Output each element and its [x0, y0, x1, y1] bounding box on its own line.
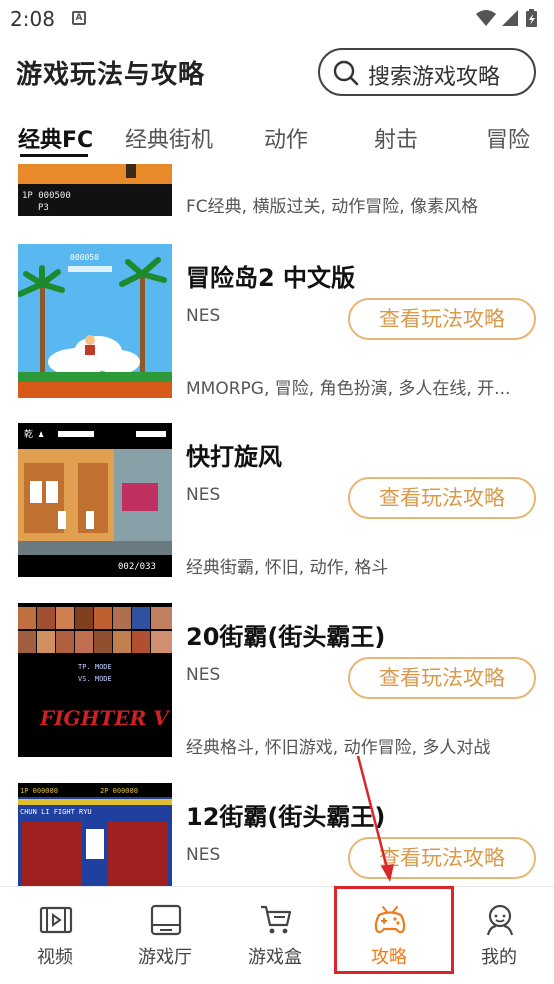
- tab-classic-arcade[interactable]: 经典街机: [125, 122, 213, 154]
- nav-label-gamebox: 游戏盒: [248, 947, 302, 968]
- thumb-score-text: 000050: [70, 253, 99, 262]
- tab-shooting[interactable]: 射击: [374, 122, 418, 154]
- list-item[interactable]: 1P 000500 P3 FC经典, 横版过关, 动作冒险, 像素风格: [0, 164, 554, 224]
- signal-icon: [502, 10, 518, 26]
- nav-item-video[interactable]: 视频: [0, 887, 110, 984]
- game-list[interactable]: 1P 000500 P3 FC经典, 横版过关, 动作冒险, 像素风格 0000…: [0, 164, 554, 886]
- view-guide-button[interactable]: 查看玩法攻略: [348, 298, 536, 340]
- thumb-menu-1: TP. MODE: [78, 663, 112, 671]
- tab-adventure[interactable]: 冒险: [486, 122, 530, 154]
- arcade-icon: [150, 904, 182, 936]
- profile-icon: [486, 904, 514, 936]
- thumb-hud-left: 乾 ♟: [24, 428, 44, 440]
- status-bar: 2:08 A: [0, 0, 554, 36]
- search-placeholder: 搜索游戏攻略: [368, 65, 501, 90]
- bottom-nav: 视频 游戏厅 游戏盒 攻略 我的: [0, 886, 554, 984]
- tab-action[interactable]: 动作: [264, 122, 308, 154]
- game-title: 12街霸(街头霸王): [186, 803, 386, 831]
- game-thumbnail: TP. MODE VS. MODE FIGHTER V: [18, 603, 172, 757]
- annotation-highlight-box: [334, 886, 454, 974]
- list-item[interactable]: TP. MODE VS. MODE FIGHTER V 20街霸(街头霸王) N…: [0, 603, 554, 783]
- game-platform: NES: [186, 845, 221, 865]
- thumb-menu-2: VS. MODE: [78, 675, 112, 683]
- search-input[interactable]: 搜索游戏攻略: [318, 48, 536, 96]
- nav-label-video: 视频: [37, 947, 73, 968]
- list-item[interactable]: 2P 000000 1P 000000 CHUN LI FIGHT RYU 12…: [0, 783, 554, 886]
- tab-classic-fc[interactable]: 经典FC: [18, 122, 93, 154]
- thumb-names: CHUN LI FIGHT RYU: [20, 808, 92, 816]
- list-item[interactable]: 000050 冒险岛2 中文版 NES 查看玩法攻略 MMORPG, 冒险, 角…: [0, 244, 554, 424]
- thumb-logo: FIGHTER V: [39, 706, 171, 730]
- thumb-lives-text: P3: [38, 203, 49, 213]
- game-tags: 经典街霸, 怀旧, 动作, 格斗: [186, 558, 389, 578]
- thumb-score-text: 1P 000500: [22, 191, 71, 201]
- nav-label-profile: 我的: [481, 947, 517, 968]
- view-guide-button[interactable]: 查看玩法攻略: [348, 837, 536, 879]
- game-platform: NES: [186, 665, 221, 685]
- game-title: 20街霸(街头霸王): [186, 623, 386, 651]
- category-tabs: 经典FC 经典街机 动作 射击 冒险: [0, 108, 554, 164]
- wifi-icon: [476, 10, 496, 26]
- page-title: 游戏玩法与攻略: [16, 60, 206, 90]
- game-title: 冒险岛2 中文版: [186, 264, 356, 292]
- game-tags: FC经典, 横版过关, 动作冒险, 像素风格: [186, 197, 479, 217]
- game-platform: NES: [186, 485, 221, 505]
- header: 游戏玩法与攻略 搜索游戏攻略: [0, 36, 554, 108]
- game-platform: NES: [186, 306, 221, 326]
- nav-item-arcade[interactable]: 游戏厅: [110, 887, 220, 984]
- game-thumbnail: 2P 000000 1P 000000 CHUN LI FIGHT RYU: [18, 783, 172, 886]
- game-title: 快打旋风: [186, 443, 282, 471]
- thumb-hud-2: 1P 000000: [20, 787, 58, 795]
- nav-item-gamebox[interactable]: 游戏盒: [220, 887, 330, 984]
- tab-indicator: [20, 154, 88, 157]
- game-thumbnail: 1P 000500 P3: [18, 164, 172, 216]
- game-thumbnail: 乾 ♟ 002/033: [18, 423, 172, 577]
- notification-icon: A: [72, 11, 86, 25]
- list-item[interactable]: 乾 ♟ 002/033 快打旋风 NES 查看玩法攻略 经典街霸, 怀旧, 动作…: [0, 423, 554, 603]
- game-tags: 经典格斗, 怀旧游戏, 动作冒险, 多人对战: [186, 738, 491, 758]
- cart-icon: [261, 905, 292, 934]
- status-icons: [476, 9, 537, 27]
- view-guide-button[interactable]: 查看玩法攻略: [348, 477, 536, 519]
- game-thumbnail: 000050: [18, 244, 172, 398]
- film-icon: [39, 906, 73, 934]
- view-guide-button[interactable]: 查看玩法攻略: [348, 657, 536, 699]
- status-time: 2:08: [10, 7, 55, 31]
- nav-label-arcade: 游戏厅: [138, 947, 192, 968]
- thumb-hud-right: 002/033: [118, 562, 156, 572]
- search-icon: [333, 60, 359, 86]
- nav-item-profile[interactable]: 我的: [444, 887, 554, 984]
- game-tags: MMORPG, 冒险, 角色扮演, 多人在线, 开...: [186, 379, 511, 399]
- thumb-hud-1: 2P 000000: [100, 787, 138, 795]
- battery-icon: [526, 9, 537, 27]
